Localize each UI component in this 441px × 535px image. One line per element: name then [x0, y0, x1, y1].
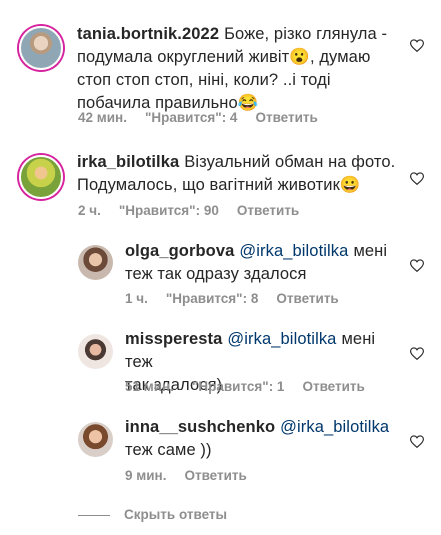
comment-text: Боже, різко глянула -	[224, 25, 388, 43]
comment-meta: 9 мин. Ответить	[125, 468, 265, 483]
comment-meta: 42 мин. "Нравится": 4 Ответить	[78, 110, 336, 125]
comment-text: Візуальний обман на фото.	[184, 153, 396, 171]
likes-count[interactable]: "Нравится": 90	[119, 203, 219, 218]
avatar[interactable]	[19, 26, 63, 70]
comment-text: стоп стоп стоп, ніні, коли? ..і тоді	[77, 71, 331, 89]
avatar[interactable]	[19, 155, 63, 199]
hide-replies-divider	[78, 515, 110, 516]
likes-count[interactable]: "Нравится": 1	[192, 379, 284, 394]
avatar[interactable]	[78, 422, 113, 457]
comment-meta: 2 ч. "Нравится": 90 Ответить	[78, 203, 317, 218]
comment-body: inna__sushchenko @irka_bilotilka теж саме…	[125, 416, 405, 462]
likes-count[interactable]: "Нравится": 8	[166, 291, 258, 306]
mention-link[interactable]: @irka_bilotilka	[227, 330, 336, 348]
timestamp: 51 мин.	[125, 379, 174, 394]
username[interactable]: irka_bilotilka	[77, 153, 179, 171]
comment-body: olga_gorbova @irka_bilotilka мені теж так …	[125, 240, 405, 286]
heart-outline-icon[interactable]	[410, 172, 424, 185]
hide-replies-button[interactable]: Скрыть ответы	[124, 507, 227, 522]
heart-outline-icon[interactable]	[410, 39, 424, 52]
username[interactable]: inna__sushchenko	[125, 418, 275, 436]
comment-body: irka_bilotilka Візуальний обман на фото. …	[77, 151, 407, 197]
comment-meta: 51 мин. "Нравится": 1 Ответить	[125, 379, 383, 394]
timestamp: 9 мин.	[125, 468, 167, 483]
heart-outline-icon[interactable]	[410, 347, 424, 360]
timestamp: 2 ч.	[78, 203, 101, 218]
avatar[interactable]	[78, 245, 113, 280]
username[interactable]: missperesta	[125, 330, 222, 348]
comment-text: теж саме ))	[125, 441, 212, 459]
mention-link[interactable]: @irka_bilotilka	[239, 242, 348, 260]
comment-body: tania.bortnik.2022 Боже, різко глянула - …	[77, 23, 397, 115]
likes-count[interactable]: "Нравится": 4	[145, 110, 237, 125]
comment-text: подумала округлений живіт😮, думаю	[77, 48, 371, 66]
mention-link[interactable]: @irka_bilotilka	[280, 418, 389, 436]
reply-button[interactable]: Ответить	[255, 110, 317, 125]
timestamp: 1 ч.	[125, 291, 148, 306]
reply-button[interactable]: Ответить	[302, 379, 364, 394]
reply-button[interactable]: Ответить	[276, 291, 338, 306]
avatar[interactable]	[78, 334, 113, 369]
heart-outline-icon[interactable]	[410, 259, 424, 272]
comment-meta: 1 ч. "Нравится": 8 Ответить	[125, 291, 357, 306]
reply-button[interactable]: Ответить	[237, 203, 299, 218]
reply-button[interactable]: Ответить	[184, 468, 246, 483]
comment-text: Подумалось, що вагітний животик😀	[77, 176, 361, 194]
username[interactable]: tania.bortnik.2022	[77, 25, 219, 43]
comment-text: теж так одразу здалося	[125, 265, 307, 283]
timestamp: 42 мин.	[78, 110, 127, 125]
heart-outline-icon[interactable]	[410, 435, 424, 448]
username[interactable]: olga_gorbova	[125, 242, 234, 260]
comment-text: мені	[353, 242, 388, 260]
